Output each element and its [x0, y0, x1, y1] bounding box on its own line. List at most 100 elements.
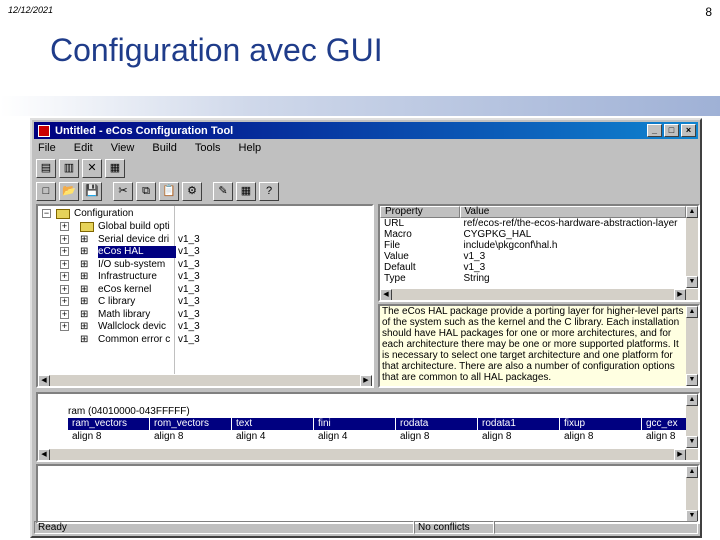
tree-item[interactable]: + ⊞ Serial device dri v1_3: [38, 234, 358, 246]
section-header[interactable]: rodata: [396, 418, 478, 430]
memory-layout-pane: ram (04010000-043FFFFF) ram_vectors rom_v…: [36, 392, 700, 462]
output-pane[interactable]: ▲ ▼: [36, 464, 700, 524]
new-file-icon[interactable]: □: [36, 181, 56, 201]
tree-item[interactable]: + ⊞ Infrastructure v1_3: [38, 271, 358, 283]
scroll-up-icon[interactable]: ▲: [686, 306, 698, 318]
property-name: Type: [384, 273, 406, 284]
expand-icon[interactable]: +: [60, 309, 69, 319]
property-row[interactable]: Macro CYGPKG_HAL: [380, 229, 686, 240]
expand-icon[interactable]: +: [60, 234, 69, 244]
expand-icon[interactable]: +: [60, 247, 69, 256]
tree-item[interactable]: + ⊞ eCos HAL v1_3: [38, 246, 358, 258]
paste-icon[interactable]: 📋: [159, 181, 179, 201]
menu-build[interactable]: Build: [150, 142, 178, 154]
property-row[interactable]: Value v1_3: [380, 251, 686, 262]
scroll-left-icon[interactable]: ◀: [38, 449, 50, 460]
list-view-icon[interactable]: ▤: [36, 158, 56, 178]
properties-horizontal-scrollbar[interactable]: ◀ ▶: [380, 288, 698, 300]
delete-icon[interactable]: ✕: [82, 158, 102, 178]
cut-icon[interactable]: ✂: [113, 181, 133, 201]
title-decoration-bar: [0, 96, 720, 116]
section-header[interactable]: rodata1: [478, 418, 560, 430]
property-row[interactable]: File include\pkgconf\hal.h: [380, 240, 686, 251]
property-value: String: [463, 273, 490, 284]
scroll-up-icon[interactable]: ▲: [686, 466, 698, 478]
section-header[interactable]: rom_vectors: [150, 418, 232, 430]
app-window: Untitled - eCos Configuration Tool _ □ ×…: [30, 118, 702, 538]
tree-item[interactable]: ⊞ Common error c v1_3: [38, 334, 358, 346]
scroll-down-icon[interactable]: ▼: [686, 374, 698, 386]
expand-icon[interactable]: +: [60, 297, 69, 306]
section-header[interactable]: fixup: [560, 418, 642, 430]
tree-root-label: Configuration: [74, 208, 134, 219]
tree-horizontal-scrollbar[interactable]: ◀ ▶: [38, 374, 372, 386]
tree-item[interactable]: + ⊞ eCos kernel v1_3: [38, 284, 358, 296]
description-text: The eCos HAL package provide a porting l…: [382, 306, 684, 383]
window-titlebar[interactable]: Untitled - eCos Configuration Tool _ □ ×: [34, 122, 698, 139]
tree-item-label: Wallclock devic: [98, 321, 166, 332]
help-icon[interactable]: ?: [259, 181, 279, 201]
scroll-down-icon[interactable]: ▼: [686, 436, 698, 448]
expand-icon[interactable]: +: [60, 272, 69, 281]
tree-item-label: Infrastructure: [98, 271, 157, 282]
save-icon[interactable]: 💾: [82, 181, 102, 201]
open-folder-icon[interactable]: 📂: [59, 181, 79, 201]
copy-icon[interactable]: ⧉: [136, 181, 156, 201]
property-row[interactable]: Default v1_3: [380, 262, 686, 273]
conflicts-status: No conflicts: [414, 521, 494, 534]
package-icon: ⊞: [80, 321, 89, 332]
tree-item-version: v1_3: [178, 233, 200, 245]
value-column-header[interactable]: Value: [459, 206, 686, 218]
tree-item[interactable]: + ⊞ Wallclock devic v1_3: [38, 321, 358, 333]
tree-item-version: v1_3: [178, 258, 200, 270]
menu-view[interactable]: View: [109, 142, 137, 154]
property-row[interactable]: URL ref/ecos-ref/the-ecos-hardware-abstra…: [380, 218, 686, 229]
collapse-icon[interactable]: −: [42, 209, 51, 218]
build-icon[interactable]: ▦: [236, 181, 256, 201]
description-vertical-scrollbar[interactable]: ▲ ▼: [686, 306, 698, 386]
properties-vertical-scrollbar[interactable]: ▲ ▼: [686, 206, 698, 288]
property-row[interactable]: Type String: [380, 273, 686, 284]
tree-item[interactable]: + ⊞ C library v1_3: [38, 296, 358, 308]
find-icon[interactable]: ⚙: [182, 181, 202, 201]
tree-item[interactable]: + ⊞ Math library v1_3: [38, 309, 358, 321]
property-column-header[interactable]: Property: [380, 206, 460, 218]
scroll-up-icon[interactable]: ▲: [686, 206, 698, 218]
menu-tools[interactable]: Tools: [193, 142, 223, 154]
tree-item[interactable]: + Global build opti: [38, 221, 358, 233]
scroll-right-icon[interactable]: ▶: [674, 289, 686, 300]
properties-icon[interactable]: ▦: [105, 158, 125, 178]
close-button[interactable]: ×: [681, 124, 696, 137]
memory-vertical-scrollbar[interactable]: ▲ ▼: [686, 394, 698, 448]
scroll-up-icon[interactable]: ▲: [686, 394, 698, 406]
scroll-left-icon[interactable]: ◀: [380, 289, 392, 300]
menu-edit[interactable]: Edit: [72, 142, 95, 154]
tree-item[interactable]: + ⊞ I/O sub-system v1_3: [38, 259, 358, 271]
section-header[interactable]: text: [232, 418, 314, 430]
maximize-button[interactable]: □: [664, 124, 679, 137]
section-header[interactable]: fini: [314, 418, 396, 430]
section-header[interactable]: ram_vectors: [68, 418, 150, 430]
edit-icon[interactable]: ✎: [213, 181, 233, 201]
expand-icon[interactable]: +: [60, 284, 69, 294]
expand-icon[interactable]: +: [60, 222, 69, 231]
scroll-down-icon[interactable]: ▼: [686, 276, 698, 288]
minimize-button[interactable]: _: [647, 124, 662, 137]
property-name: File: [384, 240, 401, 251]
expand-icon[interactable]: +: [60, 259, 69, 269]
scroll-left-icon[interactable]: ◀: [38, 375, 50, 386]
scroll-right-icon[interactable]: ▶: [674, 449, 686, 460]
menu-file[interactable]: File: [36, 142, 58, 154]
package-icon: ⊞: [80, 283, 89, 295]
section-alignment: align 4: [318, 431, 348, 442]
slide-title: Configuration avec GUI: [50, 32, 383, 68]
detail-view-icon[interactable]: ▥: [59, 158, 79, 178]
tree-item-label: Common error c: [98, 333, 171, 345]
expand-icon[interactable]: +: [60, 322, 69, 331]
scroll-right-icon[interactable]: ▶: [360, 375, 372, 386]
configuration-tree[interactable]: − Configuration + Global build opti + ⊞ Seri…: [36, 204, 374, 388]
status-spare: [494, 521, 698, 534]
output-vertical-scrollbar[interactable]: ▲ ▼: [686, 466, 698, 522]
memory-horizontal-scrollbar[interactable]: ◀ ▶: [38, 448, 698, 460]
menu-help[interactable]: Help: [237, 142, 264, 154]
